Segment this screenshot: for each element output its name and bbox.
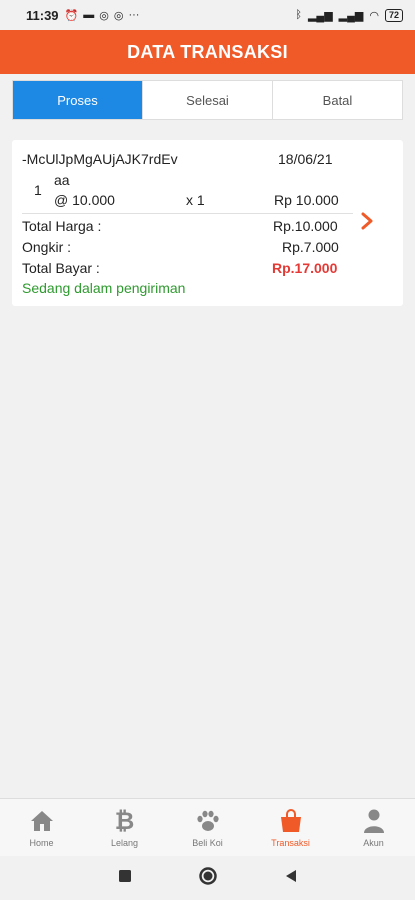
divider — [22, 213, 353, 214]
paw-icon — [194, 807, 222, 835]
total-bayar-value: Rp.17.000 — [272, 260, 338, 276]
wifi-icon: ◠ — [369, 9, 379, 22]
system-navigation-bar — [0, 856, 415, 900]
more-notifications: ··· — [128, 9, 140, 21]
home-icon — [28, 807, 56, 835]
tab-selesai[interactable]: Selesai — [143, 81, 273, 119]
total-bayar-label: Total Bayar : — [22, 260, 100, 276]
item-number: 1 — [34, 182, 42, 198]
item-quantity: x 1 — [186, 192, 205, 208]
nav-item-transaksi[interactable]: Transaksi — [249, 799, 332, 856]
ongkir-label: Ongkir : — [22, 239, 72, 255]
recents-button[interactable] — [118, 869, 132, 888]
page-title: DATA TRANSAKSI — [127, 41, 288, 62]
ongkir-value: Rp.7.000 — [282, 239, 339, 255]
nav-item-akun[interactable]: Akun — [332, 799, 415, 856]
nav-label-akun: Akun — [363, 838, 384, 848]
notification-icons: ⏰ ▬ ◎ ◎ ··· — [65, 9, 140, 22]
transaction-card[interactable]: -McUlJpMgAUjAJK7rdEv 18/06/21 1 aa @ 10.… — [12, 140, 403, 306]
instagram-icon: ◎ — [113, 9, 124, 22]
nav-item-home[interactable]: Home — [0, 799, 83, 856]
app-bar: DATA TRANSAKSI — [0, 30, 415, 74]
transaction-date: 18/06/21 — [278, 151, 333, 167]
nav-label-lelang: Lelang — [110, 838, 139, 848]
total-harga-value: Rp.10.000 — [273, 218, 338, 234]
nav-item-lelang[interactable]: ₿ Lelang — [83, 799, 166, 856]
instagram-icon: ◎ — [99, 9, 109, 22]
item-unit-price: @ 10.000 — [54, 192, 115, 208]
bitcoin-icon: ₿ — [114, 806, 135, 835]
back-button[interactable] — [284, 869, 298, 888]
tab-batal[interactable]: Batal — [273, 81, 402, 119]
total-harga-label: Total Harga : — [22, 218, 102, 234]
transaction-id: -McUlJpMgAUjAJK7rdEv — [22, 151, 178, 167]
item-name: aa — [54, 172, 70, 188]
system-status-icons: ᛒ ▂▄▆ ▂▄▆ ◠ 72 — [295, 8, 403, 22]
status-bar: 11:39 ⏰ ▬ ◎ ◎ ··· ᛒ ▂▄▆ ▂▄▆ ◠ 72 — [0, 0, 415, 30]
item-subtotal: Rp 10.000 — [274, 192, 339, 208]
nav-item-beli-koi[interactable]: Beli Koi — [166, 799, 249, 856]
status-time: 11:39 — [26, 7, 59, 23]
message-icon: ▬ — [83, 9, 95, 21]
signal-icon: ▂▄▆ — [338, 9, 364, 22]
home-button[interactable] — [198, 866, 218, 891]
nav-label-beli-koi: Beli Koi — [192, 838, 223, 848]
nav-label-home: Home — [29, 838, 54, 848]
bluetooth-icon: ᛒ — [295, 9, 302, 21]
person-icon — [360, 807, 388, 835]
shopping-bag-icon — [277, 807, 305, 835]
shipping-status: Sedang dalam pengiriman — [22, 280, 186, 296]
nav-label-transaksi: Transaksi — [271, 838, 310, 848]
tab-proses[interactable]: Proses — [13, 81, 143, 119]
alarm-icon: ⏰ — [64, 9, 79, 22]
bottom-navigation: Home ₿ Lelang Beli Koi Transaksi Akun — [0, 798, 415, 856]
chevron-right-icon[interactable] — [360, 212, 374, 235]
transaction-tabs: Proses Selesai Batal — [12, 80, 403, 120]
battery-icon: 72 — [384, 8, 403, 22]
signal-icon: ▂▄▆ — [307, 9, 333, 22]
